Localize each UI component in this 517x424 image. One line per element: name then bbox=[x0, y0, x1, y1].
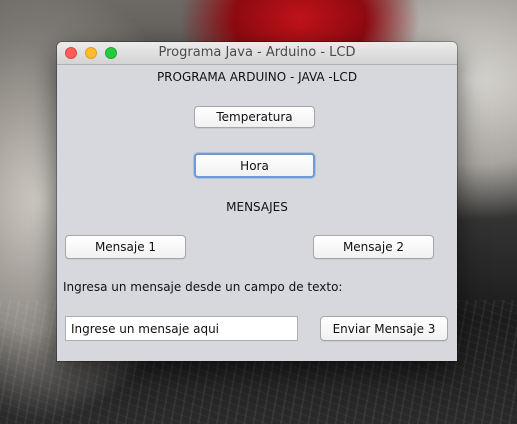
app-window: Programa Java - Arduino - LCD PROGRAMA A… bbox=[57, 42, 457, 361]
page-title: PROGRAMA ARDUINO - JAVA -LCD bbox=[156, 70, 358, 84]
mensaje-2-button[interactable]: Mensaje 2 bbox=[313, 235, 434, 259]
title-bar[interactable]: Programa Java - Arduino - LCD bbox=[57, 42, 457, 65]
mensajes-heading: MENSAJES bbox=[226, 200, 288, 214]
message-input-label: Ingresa un mensaje desde un campo de tex… bbox=[63, 280, 343, 294]
message-input[interactable] bbox=[65, 316, 298, 341]
enviar-mensaje-3-button[interactable]: Enviar Mensaje 3 bbox=[320, 316, 448, 341]
mensaje-1-button[interactable]: Mensaje 1 bbox=[65, 235, 186, 259]
hora-button[interactable]: Hora bbox=[194, 153, 315, 178]
window-title: Programa Java - Arduino - LCD bbox=[158, 45, 356, 60]
temperatura-button[interactable]: Temperatura bbox=[194, 106, 315, 128]
